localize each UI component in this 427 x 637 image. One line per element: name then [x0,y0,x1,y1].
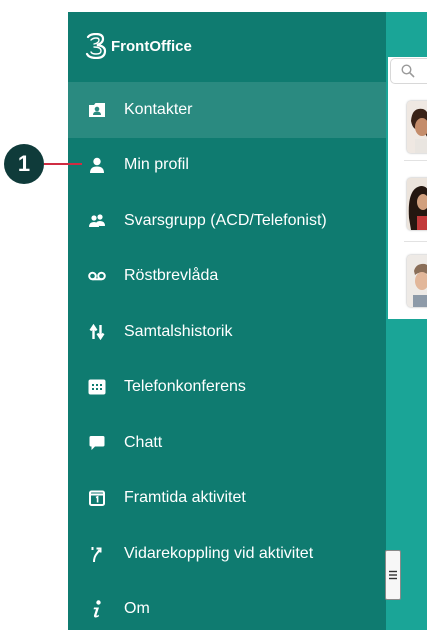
menu-item-label: Samtalshistorik [124,323,232,341]
menu-item-chatt[interactable]: Chatt [68,415,386,471]
search-field[interactable] [390,58,427,84]
drawer-handle[interactable] [385,550,401,600]
swap-arrows-icon [87,322,107,342]
menu-item-framtida-aktivitet[interactable]: Framtida aktivitet [68,471,386,527]
person-photo-icon [407,101,427,153]
menu-item-label: Vidarekoppling vid aktivitet [124,545,313,563]
menu-item-svarsgrupp[interactable]: Svarsgrupp (ACD/Telefonist) [68,193,386,249]
menu-item-label: Om [124,600,150,618]
person-photo-icon [407,255,427,307]
brand-name: FrontOffice [111,38,192,55]
three-logo-icon [84,33,108,59]
list-divider [404,241,427,242]
menu-item-label: Framtida aktivitet [124,489,246,507]
navigation-drawer: FrontOffice Kontakter Min profil Svarsgr… [68,12,386,630]
calendar-icon [87,488,107,508]
person-photo-icon [407,178,427,230]
menu-item-label: Svarsgrupp (ACD/Telefonist) [124,212,327,230]
info-icon [87,599,107,619]
drawer-menu: Kontakter Min profil Svarsgrupp (ACD/Tel… [68,82,386,637]
menu-item-samtalshistorik[interactable]: Samtalshistorik [68,304,386,360]
menu-item-rostbrevlada[interactable]: Röstbrevlåda [68,249,386,305]
callout-badge: 1 [4,144,44,184]
menu-item-label: Röstbrevlåda [124,267,218,285]
menu-item-vidarekoppling[interactable]: Vidarekoppling vid aktivitet [68,526,386,582]
voicemail-icon [87,266,107,286]
menu-item-min-profil[interactable]: Min profil [68,138,386,194]
search-icon [401,64,415,78]
contact-avatar[interactable] [407,178,427,230]
menu-item-label: Telefonkonferens [124,378,246,396]
menu-item-label: Chatt [124,434,162,452]
menu-item-telefonkonferens[interactable]: Telefonkonferens [68,360,386,416]
menu-item-label: Kontakter [124,101,192,119]
call-forward-icon [87,544,107,564]
dialpad-icon [87,377,107,397]
group-icon [87,211,107,231]
chat-bubble-icon [87,433,107,453]
list-divider [404,160,427,161]
app-logo: FrontOffice [84,30,192,62]
callout-pointer-line [44,163,82,165]
contacts-icon [87,100,107,120]
person-icon [87,155,107,175]
menu-item-kontakter[interactable]: Kontakter [68,82,386,138]
contact-avatar[interactable] [407,101,427,153]
menu-icon [389,570,397,580]
contact-avatar[interactable] [407,255,427,307]
menu-item-label: Min profil [124,156,189,174]
menu-item-om[interactable]: Om [68,582,386,637]
